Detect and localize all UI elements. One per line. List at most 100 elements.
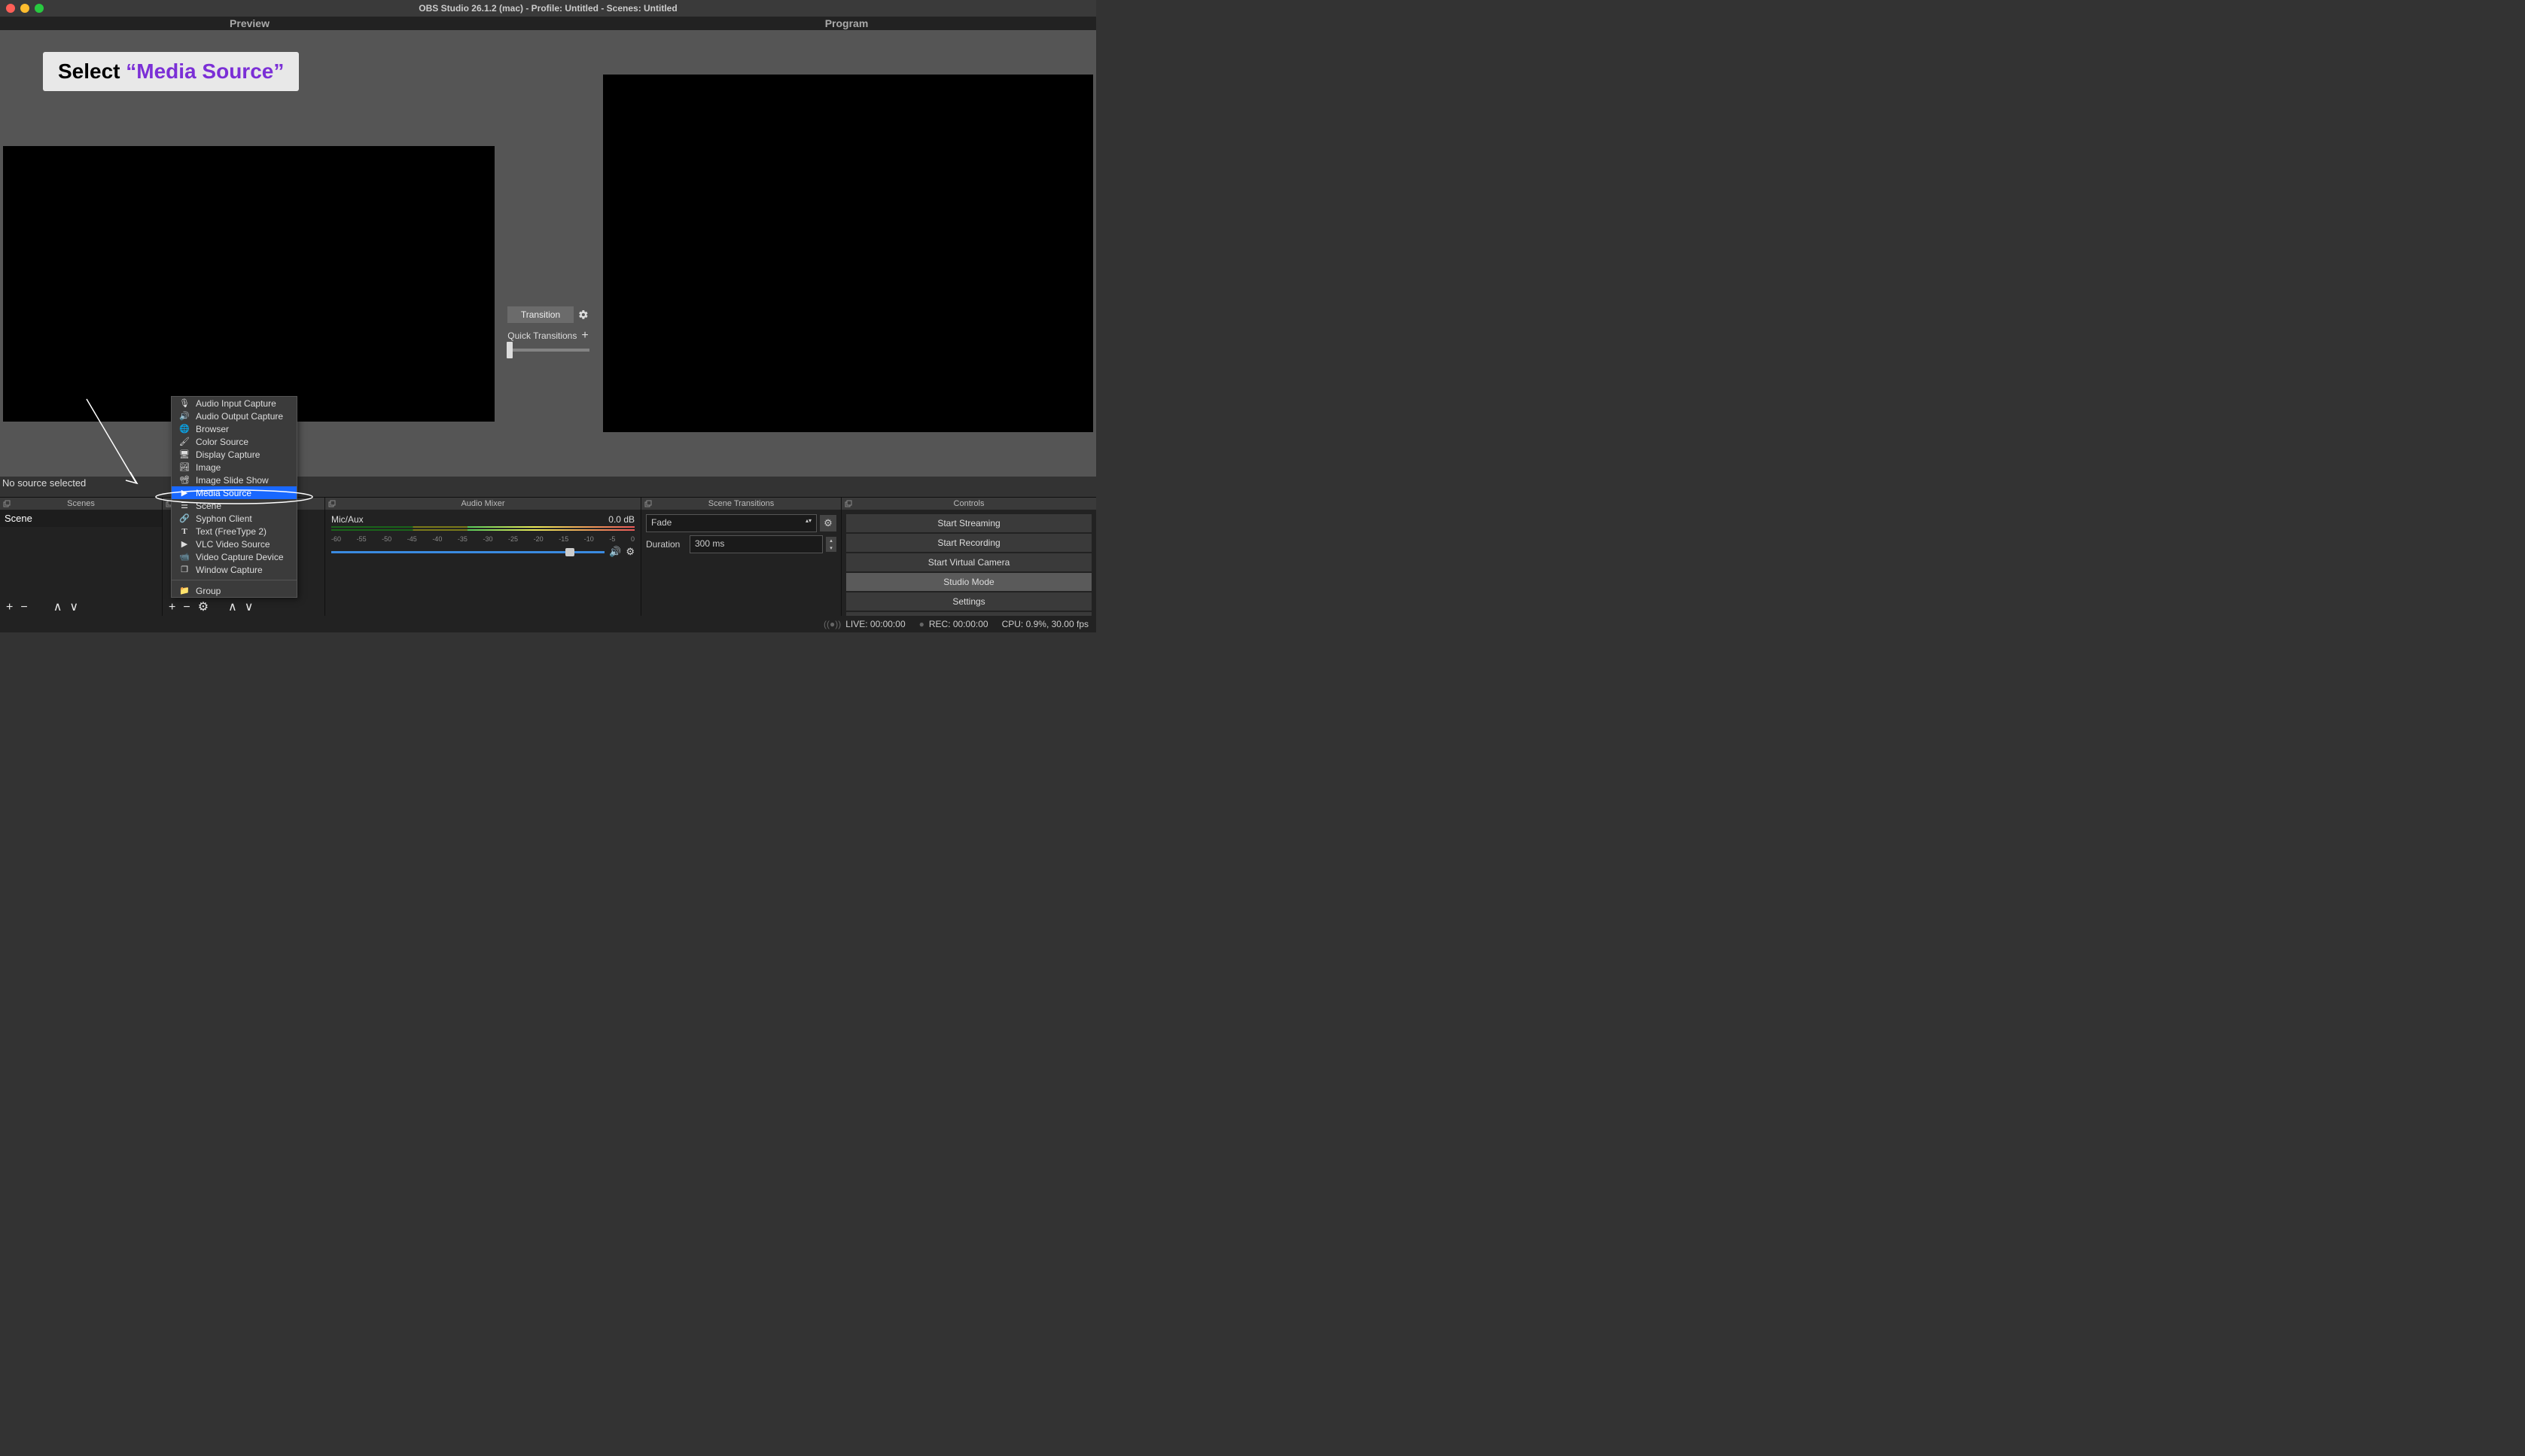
studio-mode-labels: Preview Program	[0, 17, 1096, 30]
duration-stepper[interactable]: ▴ ▾	[826, 537, 836, 552]
menu-window-capture[interactable]: ❐Window Capture	[172, 563, 297, 576]
menu-syphon-client[interactable]: 🔗Syphon Client	[172, 512, 297, 525]
scenes-title: Scenes	[67, 499, 95, 508]
detach-icon[interactable]	[845, 500, 852, 507]
controls-title: Controls	[954, 499, 985, 508]
track-name: Mic/Aux	[331, 514, 364, 525]
folder-icon: 📁	[179, 586, 190, 595]
instruction-prefix: Select	[58, 59, 126, 83]
preview-canvas[interactable]	[3, 146, 495, 422]
volume-slider[interactable]	[331, 551, 605, 553]
list-icon: ☰	[179, 501, 190, 510]
remove-source-icon[interactable]: −	[183, 602, 190, 614]
duration-input[interactable]: 300 ms	[690, 535, 823, 553]
controls-header[interactable]: Controls	[842, 498, 1096, 510]
brush-icon: 🖌	[179, 437, 190, 446]
menu-video-capture-device[interactable]: 📹Video Capture Device	[172, 550, 297, 563]
transition-settings-icon[interactable]	[578, 309, 589, 320]
status-bar: ((●)) LIVE: 00:00:00 ● REC: 00:00:00 CPU…	[0, 616, 1096, 632]
controls-panel: Controls Start Streaming Start Recording…	[842, 498, 1096, 616]
duration-step-down-icon[interactable]: ▾	[826, 544, 836, 552]
globe-icon: 🌐	[179, 424, 190, 434]
track-settings-icon[interactable]: ⚙	[626, 546, 635, 558]
status-live: ((●)) LIVE: 00:00:00	[824, 619, 906, 629]
text-icon: T	[179, 527, 190, 536]
menu-color-source[interactable]: 🖌Color Source	[172, 435, 297, 448]
transition-slider-thumb[interactable]	[507, 342, 513, 358]
slideshow-icon: 📽	[179, 475, 190, 485]
mixer-track: Mic/Aux 0.0 dB -60-55-50-45-40-35-30-25-…	[325, 510, 641, 562]
monitor-icon: 🖥	[179, 449, 190, 459]
detach-icon[interactable]	[3, 500, 11, 507]
play-icon: ▶	[179, 488, 190, 498]
broadcast-icon: ((●))	[824, 619, 841, 629]
transitions-header[interactable]: Scene Transitions	[641, 498, 841, 510]
menu-text-freetype[interactable]: TText (FreeType 2)	[172, 525, 297, 538]
menu-media-source[interactable]: ▶Media Source	[172, 486, 297, 499]
add-quick-transition-icon[interactable]: +	[581, 329, 588, 343]
scene-up-icon[interactable]: ∧	[53, 602, 62, 614]
window-title: OBS Studio 26.1.2 (mac) - Profile: Untit…	[0, 3, 1096, 14]
main-area: Transition Quick Transitions +	[0, 30, 1096, 477]
track-level: 0.0 dB	[608, 514, 635, 525]
program-pane	[599, 30, 1096, 477]
camera-icon: 📹	[179, 552, 190, 562]
menu-group[interactable]: 📁Group	[172, 584, 297, 597]
duration-step-up-icon[interactable]: ▴	[826, 537, 836, 544]
transition-select[interactable]: Fade ▴▾	[646, 514, 817, 532]
add-source-icon[interactable]: +	[169, 602, 175, 614]
link-icon: 🔗	[179, 513, 190, 523]
mute-icon[interactable]: 🔊	[609, 546, 621, 558]
sources-toolbar: + − ⚙ ∧ ∨	[163, 599, 324, 616]
source-up-icon[interactable]: ∧	[228, 602, 237, 614]
studio-mode-button[interactable]: Studio Mode	[846, 573, 1092, 591]
scene-item[interactable]: Scene	[0, 510, 162, 527]
add-scene-icon[interactable]: +	[6, 602, 13, 614]
maximize-window-icon[interactable]	[35, 4, 44, 13]
minimize-window-icon[interactable]	[20, 4, 29, 13]
menu-display-capture[interactable]: 🖥Display Capture	[172, 448, 297, 461]
transition-column: Transition Quick Transitions +	[497, 30, 599, 477]
quick-transitions-label: Quick Transitions	[507, 330, 577, 341]
start-streaming-button[interactable]: Start Streaming	[846, 514, 1092, 532]
program-canvas	[603, 75, 1093, 432]
start-virtual-camera-button[interactable]: Start Virtual Camera	[846, 553, 1092, 571]
meter-ticks: -60-55-50-45-40-35-30-25-20-15-10-50	[331, 535, 635, 543]
menu-vlc-video-source[interactable]: ▶VLC Video Source	[172, 538, 297, 550]
dock-panels: Scenes Scene + − ∧ ∨ Sources + − ⚙ ∧	[0, 497, 1096, 616]
mixer-title: Audio Mixer	[461, 499, 504, 508]
scene-transitions-panel: Scene Transitions Fade ▴▾ ⚙ Duration 300…	[641, 498, 842, 616]
menu-image[interactable]: 🏞Image	[172, 461, 297, 474]
start-recording-button[interactable]: Start Recording	[846, 534, 1092, 552]
remove-scene-icon[interactable]: −	[20, 602, 27, 614]
menu-audio-input-capture[interactable]: 🎙Audio Input Capture	[172, 397, 297, 410]
volume-thumb[interactable]	[565, 548, 574, 556]
mixer-header[interactable]: Audio Mixer	[325, 498, 641, 510]
menu-browser[interactable]: 🌐Browser	[172, 422, 297, 435]
detach-icon[interactable]	[644, 500, 652, 507]
transition-props-icon[interactable]: ⚙	[820, 515, 836, 532]
transition-button[interactable]: Transition	[507, 306, 574, 323]
menu-audio-output-capture[interactable]: 🔊Audio Output Capture	[172, 410, 297, 422]
audio-meter	[331, 526, 635, 534]
close-window-icon[interactable]	[6, 4, 15, 13]
scene-down-icon[interactable]: ∨	[69, 602, 78, 614]
play-icon: ▶	[179, 539, 190, 549]
image-icon: 🏞	[179, 462, 190, 472]
program-label: Program	[597, 17, 1096, 30]
detach-icon[interactable]	[328, 500, 336, 507]
scenes-header[interactable]: Scenes	[0, 498, 162, 510]
source-settings-icon[interactable]: ⚙	[198, 602, 209, 614]
mic-icon: 🎙	[179, 398, 190, 408]
status-rec: ● REC: 00:00:00	[919, 619, 988, 629]
record-dot-icon: ●	[919, 619, 924, 629]
label-spacer	[499, 17, 597, 30]
instruction-target: Media Source	[136, 59, 273, 83]
menu-scene[interactable]: ☰Scene	[172, 499, 297, 512]
no-source-label: No source selected	[2, 477, 86, 489]
source-down-icon[interactable]: ∨	[245, 602, 254, 614]
scenes-toolbar: + − ∧ ∨	[0, 599, 162, 616]
menu-image-slide-show[interactable]: 📽Image Slide Show	[172, 474, 297, 486]
transition-slider[interactable]	[507, 349, 589, 352]
settings-button[interactable]: Settings	[846, 592, 1092, 611]
